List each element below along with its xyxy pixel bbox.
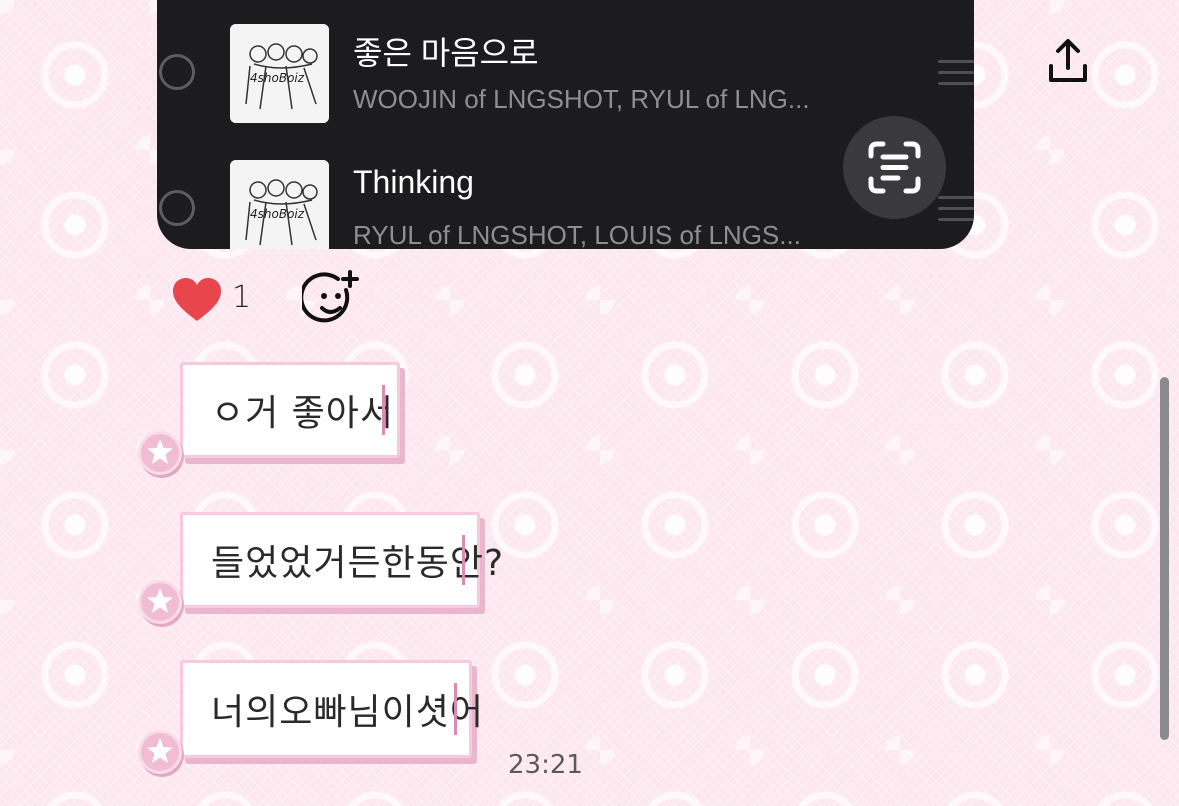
svg-text:4shoBoiz: 4shoBoiz — [250, 71, 305, 85]
track-artist: WOOJIN of LNGSHOT, RYUL of LNG... — [353, 84, 810, 114]
heart-icon[interactable] — [171, 277, 223, 323]
scrollbar[interactable] — [1160, 377, 1169, 740]
message-text: 들었었거든한동안? — [211, 543, 505, 584]
star-icon — [138, 580, 182, 624]
chat-bubble[interactable]: 들었었거든한동안? — [180, 512, 503, 608]
track-artist: RYUL of LNGSHOT, LOUIS of LNGS... — [353, 220, 801, 249]
message-timestamp: 23:21 — [508, 750, 583, 780]
album-art: 4shoBoiz — [230, 24, 329, 123]
live-text-scan-icon — [868, 141, 921, 194]
share-icon[interactable] — [1043, 36, 1093, 86]
track-title: Thinking — [353, 164, 474, 200]
track-title: 좋은 마음으로 — [353, 35, 539, 71]
add-reaction-icon[interactable] — [302, 268, 362, 328]
svg-text:4shoBoiz: 4shoBoiz — [250, 207, 305, 221]
select-radio[interactable] — [159, 54, 195, 90]
chat-bubble[interactable]: ㅇ거 좋아서 — [180, 362, 400, 458]
star-icon — [138, 730, 182, 774]
bubble-accent-bar — [382, 384, 385, 436]
message-text: 너의오빠님이셧어 — [211, 692, 484, 733]
chat-bubble[interactable]: 너의오빠님이셧어 — [180, 660, 483, 758]
reaction-count: 1 — [232, 280, 252, 315]
star-icon — [138, 431, 182, 475]
message-text: ㅇ거 좋아서 — [211, 393, 395, 434]
album-art: 4shoBoiz — [230, 160, 329, 249]
reorder-icon[interactable] — [938, 60, 974, 86]
bubble-accent-bar — [454, 683, 457, 735]
select-radio[interactable] — [159, 190, 195, 226]
live-text-scan-button[interactable] — [843, 116, 946, 219]
bubble-accent-bar — [462, 534, 465, 586]
